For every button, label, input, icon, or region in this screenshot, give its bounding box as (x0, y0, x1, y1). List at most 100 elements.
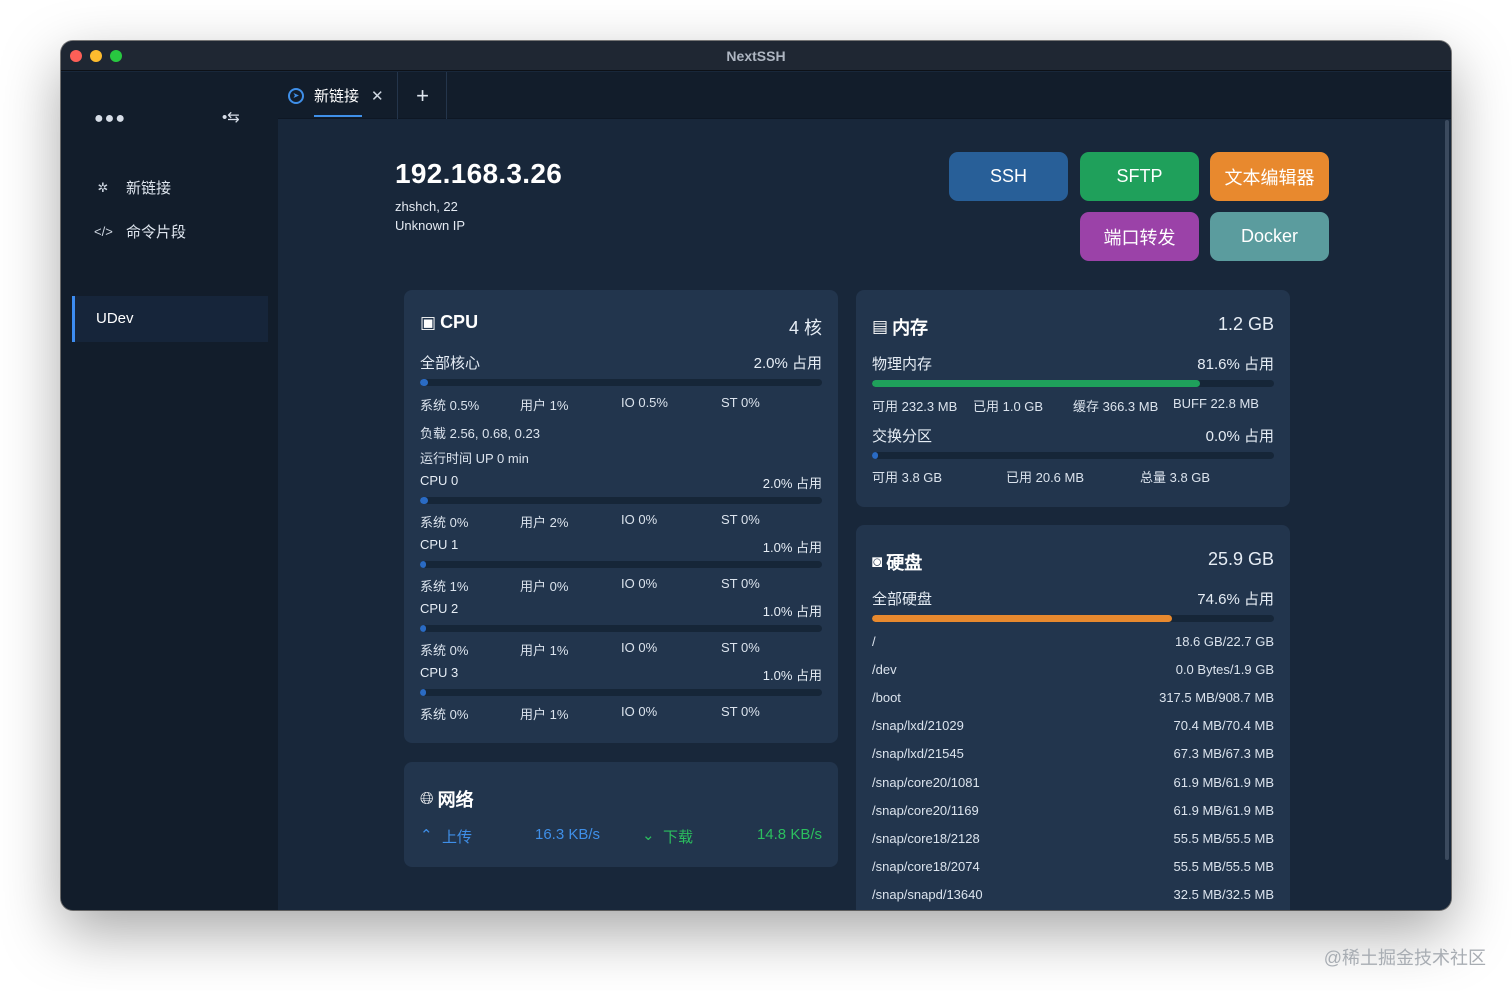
mount-usage: 32.5 MB/32.5 MB (1173, 887, 1274, 902)
cpu-total-usage: 2.0% 占用 (753, 355, 822, 372)
swap-icon[interactable]: •⇆ (222, 108, 240, 126)
cpu-core-usage: 2.0% 占用 (762, 476, 822, 491)
disk-card: ◙ 硬盘 25.9 GB 全部硬盘 74.6% 占用 / 18.6 GB/22.7… (856, 525, 1290, 910)
stat-io: IO 0% (621, 576, 658, 591)
disk-mount-row: /snap/lxd/21029 70.4 MB/70.4 MB (872, 718, 1274, 733)
disk-mount-row: /boot 317.5 MB/908.7 MB (872, 690, 1274, 705)
stat-io: IO 0% (621, 704, 658, 719)
mount-usage: 18.6 GB/22.7 GB (1174, 634, 1274, 649)
cpu-core-usage: 1.0% 占用 (762, 668, 822, 683)
mount-usage: 55.5 MB/55.5 MB (1173, 859, 1274, 874)
cpu-cores: 4 核 (788, 318, 822, 338)
watermark: @稀土掘金技术社区 (1323, 948, 1486, 968)
swap-usage: 0.0% 占用 (1205, 428, 1274, 445)
close-tab-icon[interactable]: ✕ (371, 87, 384, 105)
cpu-core-bar (420, 689, 822, 696)
disk-mount-row: /snap/core18/2074 55.5 MB/55.5 MB (872, 859, 1274, 874)
cpu-core-bar-fill (420, 689, 426, 696)
disk-all-bar (872, 615, 1274, 622)
sidebar-group-label: UDev (96, 310, 134, 327)
stat-io: IO 0.5% (621, 395, 668, 410)
tab-new-connection[interactable]: ➤ 新链接 ✕ (278, 72, 398, 119)
mount-path: /snap/core18/2074 (872, 859, 980, 874)
mount-path: /snap/core18/2128 (872, 831, 980, 846)
upload-label: 上传 (442, 829, 473, 846)
sidebar-item-new-connection[interactable]: ✲ 新链接 (94, 177, 171, 198)
compass-icon: ➤ (288, 87, 304, 104)
download-arrow-icon: ⌄ (642, 827, 655, 844)
ssh-button[interactable]: SSH (949, 152, 1068, 201)
stat-user: 用户 1% (520, 398, 569, 413)
cpu-core-row: CPU 3 1.0% 占用 (420, 665, 822, 684)
memory-title-label: 内存 (892, 318, 929, 338)
sidebar: ●●● •⇆ ✲ 新链接 </> 命令片段 UDev (61, 72, 278, 910)
network-card-title: 🌐︎ 网络 (420, 786, 474, 812)
stat-io: IO 0% (621, 640, 658, 655)
disk-mount-row: /snap/core20/1081 61.9 MB/61.9 MB (872, 775, 1274, 790)
cpu-core-bar (420, 625, 822, 632)
swap-bar (872, 452, 1274, 459)
scrollbar[interactable] (1445, 120, 1449, 860)
memory-card: ▤ 内存 1.2 GB 物理内存 81.6% 占用 可用 232.3 MB 已用… (856, 290, 1290, 507)
mem-used: 已用 1.0 GB (973, 399, 1044, 414)
host-location: Unknown IP (395, 218, 466, 233)
stat-st: ST 0% (721, 640, 760, 655)
swap-label: 交换分区 (872, 428, 933, 445)
mount-usage: 55.5 MB/55.5 MB (1173, 831, 1274, 846)
host-user-port: zhshch, 22 (395, 199, 458, 214)
mount-path: /dev (872, 662, 897, 677)
sftp-button[interactable]: SFTP (1080, 152, 1199, 201)
cpu-uptime: 运行时间 UP 0 min (420, 451, 529, 466)
app-window: NextSSH ●●● •⇆ ✲ 新链接 </> 命令片段 UDev ➤ 新链接… (61, 41, 1451, 910)
cpu-card-title: ▣ CPU (420, 312, 478, 333)
upload-speed: 16.3 KB/s (535, 826, 601, 843)
mem-buff: BUFF 22.8 MB (1173, 396, 1259, 411)
main-content: 192.168.3.26 zhshch, 22 Unknown IP SSH S… (278, 120, 1451, 910)
stat-st: ST 0% (721, 576, 760, 591)
disk-mount-row: /snap/core18/2128 55.5 MB/55.5 MB (872, 831, 1274, 846)
cpu-core-usage: 1.0% 占用 (762, 604, 822, 619)
disk-icon: ◙ (872, 552, 883, 571)
cpu-card: ▣ CPU 4 核 全部核心 2.0% 占用 系统 0.5% 用户 1% IO … (404, 290, 838, 743)
network-card: 🌐︎ 网络 ⌃ 上传 16.3 KB/s ⌄ 下载 14.8 KB/s (404, 762, 838, 867)
disk-all-label: 全部硬盘 (872, 591, 933, 608)
sidebar-item-snippets[interactable]: </> 命令片段 (94, 221, 186, 242)
stat-user: 用户 1% (520, 643, 569, 658)
upload-arrow-icon: ⌃ (420, 827, 433, 844)
stat-sys: 系统 0.5% (420, 398, 480, 413)
cpu-core-bar (420, 561, 822, 568)
more-options-icon[interactable]: ●●● (94, 110, 126, 128)
network-title-label: 网络 (437, 790, 474, 810)
cpu-core-label: CPU 0 (420, 473, 459, 488)
disk-mount-row: / 18.6 GB/22.7 GB (872, 634, 1274, 649)
cpu-total-bar-fill (420, 379, 429, 386)
chip-icon: ▣ (420, 312, 437, 332)
tab-bar: ➤ 新链接 ✕ + (278, 72, 1451, 119)
swap-used: 已用 20.6 MB (1006, 470, 1085, 485)
active-tab-indicator (314, 115, 362, 117)
cpu-load: 负载 2.56, 0.68, 0.23 (420, 426, 540, 441)
sidebar-item-udev[interactable]: UDev (72, 296, 268, 342)
stat-sys: 系统 1% (420, 579, 469, 594)
port-forward-button[interactable]: 端口转发 (1080, 212, 1199, 261)
mount-path: /boot (872, 690, 901, 705)
mount-usage: 67.3 MB/67.3 MB (1173, 746, 1274, 761)
cpu-total-bar (420, 379, 822, 386)
stat-user: 用户 0% (520, 579, 569, 594)
cpu-core-label: CPU 3 (420, 665, 459, 680)
memory-total: 1.2 GB (1217, 314, 1274, 334)
swap-row: 交换分区 0.0% 占用 (872, 425, 1274, 446)
sidebar-item-label: 新链接 (126, 180, 172, 197)
add-tab-button[interactable]: + (399, 72, 447, 119)
title-bar: NextSSH (61, 41, 1451, 71)
mount-usage: 317.5 MB/908.7 MB (1159, 690, 1274, 705)
cpu-core-label: CPU 1 (420, 537, 459, 552)
mount-usage: 61.9 MB/61.9 MB (1173, 803, 1274, 818)
stat-sys: 系统 0% (420, 515, 469, 530)
docker-button[interactable]: Docker (1210, 212, 1329, 261)
text-editor-button[interactable]: 文本编辑器 (1210, 152, 1329, 201)
sidebar-item-label: 命令片段 (126, 224, 187, 241)
cpu-core-bar-fill (420, 625, 426, 632)
memory-card-title: ▤ 内存 (872, 314, 928, 340)
disk-all-row: 全部硬盘 74.6% 占用 (872, 588, 1274, 609)
